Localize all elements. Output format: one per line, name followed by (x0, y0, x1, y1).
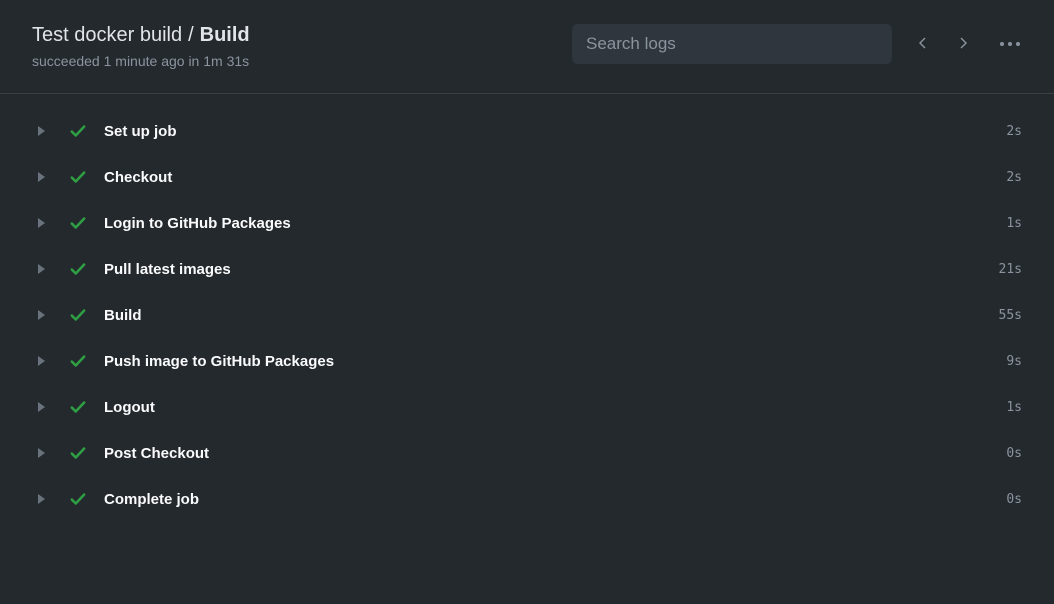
step-duration-label: 9s (1006, 354, 1022, 369)
step-row[interactable]: Login to GitHub Packages1s (28, 200, 1026, 246)
expand-caret-icon (32, 264, 50, 274)
more-options-button[interactable] (994, 38, 1026, 50)
job-name: Build (200, 24, 250, 47)
step-duration-label: 21s (999, 262, 1022, 277)
step-name-label: Logout (104, 399, 1006, 416)
next-button[interactable] (952, 31, 976, 58)
expand-caret-icon (32, 494, 50, 504)
step-row[interactable]: Post Checkout0s (28, 430, 1026, 476)
kebab-dot-icon (1008, 42, 1012, 46)
success-check-icon (68, 306, 88, 324)
step-name-label: Build (104, 307, 999, 324)
step-duration-label: 2s (1006, 170, 1022, 185)
step-name-label: Push image to GitHub Packages (104, 353, 1006, 370)
success-check-icon (68, 398, 88, 416)
kebab-dot-icon (1016, 42, 1020, 46)
step-name-label: Checkout (104, 169, 1006, 186)
step-row[interactable]: Checkout2s (28, 154, 1026, 200)
step-row[interactable]: Build55s (28, 292, 1026, 338)
step-duration-label: 1s (1006, 400, 1022, 415)
expand-caret-icon (32, 356, 50, 366)
job-status-subtitle: succeeded 1 minute ago in 1m 31s (32, 53, 250, 69)
step-name-label: Pull latest images (104, 261, 999, 278)
chevron-right-icon (956, 35, 972, 54)
chevron-left-icon (914, 35, 930, 54)
success-check-icon (68, 214, 88, 232)
step-duration-label: 0s (1006, 492, 1022, 507)
search-input[interactable] (572, 24, 892, 64)
expand-caret-icon (32, 172, 50, 182)
expand-caret-icon (32, 310, 50, 320)
header-controls (572, 24, 1026, 64)
expand-caret-icon (32, 218, 50, 228)
step-name-label: Set up job (104, 123, 1006, 140)
workflow-name: Test docker build (32, 24, 182, 47)
kebab-dot-icon (1000, 42, 1004, 46)
step-duration-label: 0s (1006, 446, 1022, 461)
step-row[interactable]: Set up job2s (28, 108, 1026, 154)
job-title: Test docker build / Build (32, 24, 250, 47)
job-header: Test docker build / Build succeeded 1 mi… (0, 0, 1054, 94)
step-name-label: Login to GitHub Packages (104, 215, 1006, 232)
step-row[interactable]: Pull latest images21s (28, 246, 1026, 292)
prev-button[interactable] (910, 31, 934, 58)
success-check-icon (68, 122, 88, 140)
steps-list: Set up job2sCheckout2sLogin to GitHub Pa… (0, 94, 1054, 522)
step-name-label: Complete job (104, 491, 1006, 508)
title-separator: / (188, 24, 194, 47)
step-row[interactable]: Complete job0s (28, 476, 1026, 522)
expand-caret-icon (32, 126, 50, 136)
success-check-icon (68, 168, 88, 186)
step-duration-label: 55s (999, 308, 1022, 323)
step-duration-label: 2s (1006, 124, 1022, 139)
success-check-icon (68, 490, 88, 508)
expand-caret-icon (32, 448, 50, 458)
step-row[interactable]: Push image to GitHub Packages9s (28, 338, 1026, 384)
step-row[interactable]: Logout1s (28, 384, 1026, 430)
success-check-icon (68, 352, 88, 370)
expand-caret-icon (32, 402, 50, 412)
step-duration-label: 1s (1006, 216, 1022, 231)
header-title-block: Test docker build / Build succeeded 1 mi… (32, 24, 250, 69)
success-check-icon (68, 260, 88, 278)
success-check-icon (68, 444, 88, 462)
step-name-label: Post Checkout (104, 445, 1006, 462)
